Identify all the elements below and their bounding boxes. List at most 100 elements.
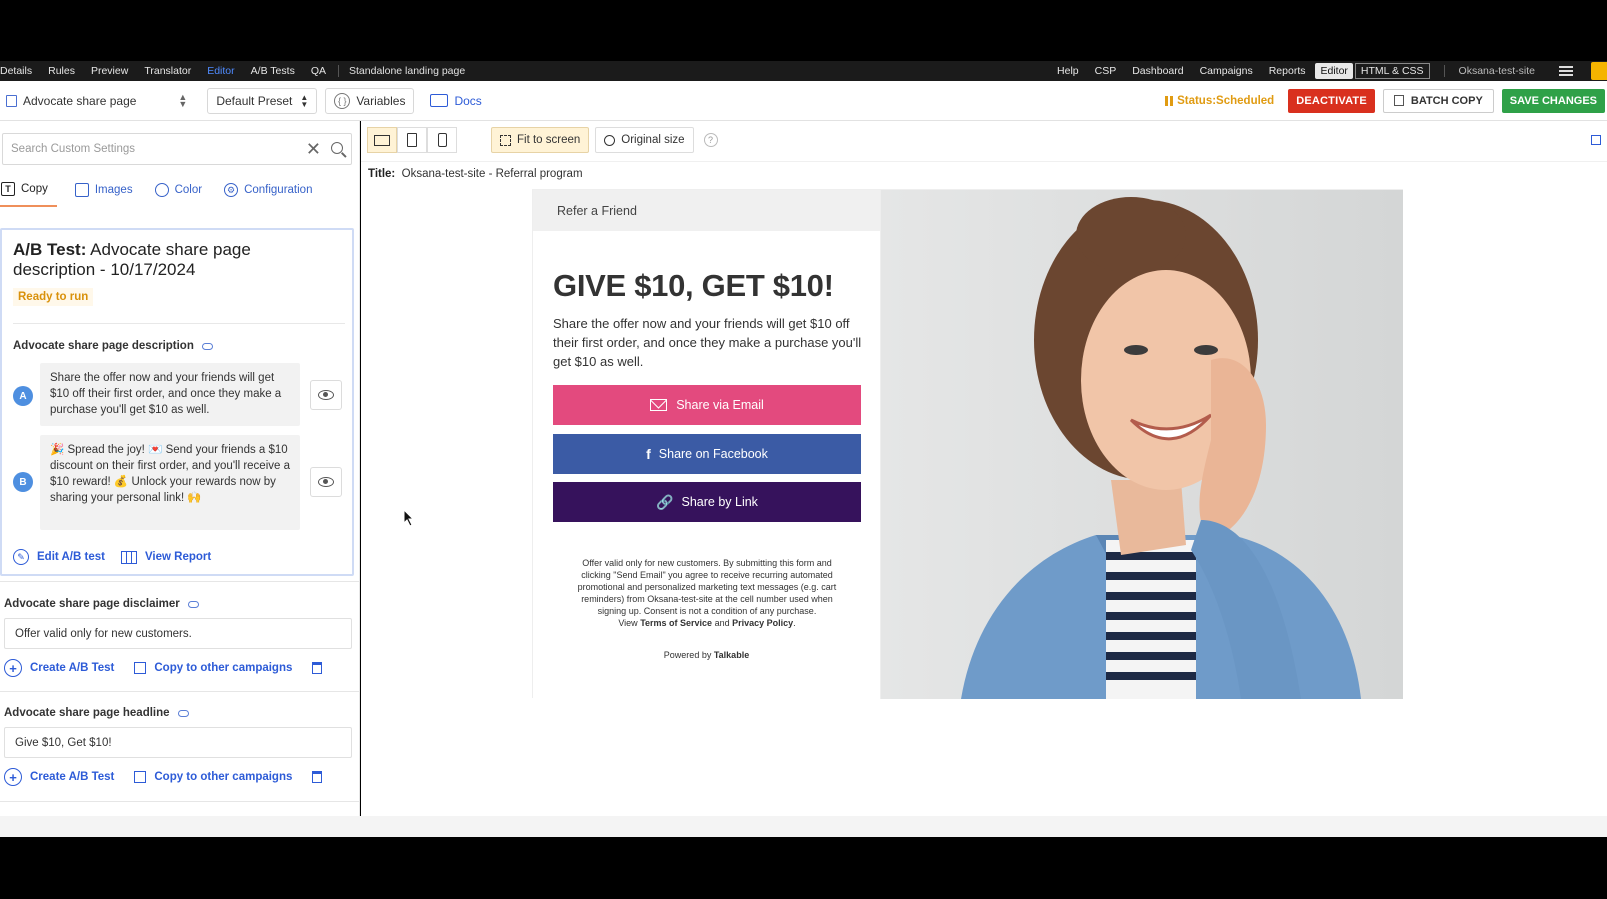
- nav-item-help[interactable]: Help: [1049, 61, 1087, 81]
- view-report-label: View Report: [144, 551, 212, 563]
- lock-icon[interactable]: [1591, 62, 1607, 80]
- gear-icon: ⚙: [224, 183, 239, 197]
- terms-link[interactable]: Terms of Service: [640, 618, 712, 628]
- droplet-icon: [154, 183, 169, 197]
- mobile-view-button[interactable]: [427, 127, 457, 153]
- privacy-link[interactable]: Privacy Policy: [732, 618, 793, 628]
- custom-settings-panel: Search Custom Settings ✕ T Copy Images Co…: [0, 121, 360, 837]
- variant-a-badge: A: [13, 386, 33, 406]
- divider: [0, 691, 359, 692]
- share-link-button[interactable]: 🔗 Share by Link: [553, 482, 861, 522]
- docs-link[interactable]: Docs: [430, 94, 482, 108]
- preview-variant-a-button[interactable]: [310, 380, 342, 410]
- html-css-toggle[interactable]: HTML & CSS: [1354, 63, 1430, 79]
- create-ab-test-label: Create A/B Test: [30, 662, 115, 674]
- pencil-icon: ✎: [13, 549, 29, 565]
- nav-item-qa[interactable]: QA: [303, 61, 334, 81]
- nav-item-preview[interactable]: Preview: [83, 61, 136, 81]
- variant-a-text: Share the offer now and your friends wil…: [40, 363, 300, 426]
- letterbox-bottom: [0, 837, 1607, 899]
- setting-label: Advocate share page disclaimer: [4, 598, 354, 610]
- powered-by: Powered by Talkable: [533, 650, 880, 660]
- talkable-link[interactable]: Talkable: [714, 650, 749, 660]
- create-ab-test-button[interactable]: + Create A/B Test: [4, 768, 114, 786]
- nav-left: Details Rules Preview Translator Editor A/B T…: [0, 61, 334, 81]
- fit-icon: [500, 134, 511, 146]
- save-changes-button[interactable]: SAVE CHANGES: [1501, 88, 1605, 113]
- trash-icon[interactable]: [312, 771, 323, 783]
- trash-icon[interactable]: [312, 662, 323, 674]
- divider: [0, 581, 359, 582]
- plus-icon: +: [4, 659, 22, 677]
- nav-right: Help CSP Dashboard Campaigns Reports Editor …: [1049, 61, 1607, 81]
- nav-item-details[interactable]: Details: [0, 61, 40, 81]
- nav-item-reports[interactable]: Reports: [1261, 61, 1314, 81]
- nav-item-a-b-tests[interactable]: A/B Tests: [243, 61, 303, 81]
- copy-to-campaigns-button[interactable]: Copy to other campaigns: [134, 771, 292, 783]
- search-input[interactable]: Search Custom Settings ✕: [2, 133, 352, 165]
- share-link-label: Share by Link: [681, 495, 758, 509]
- preset-select[interactable]: Default Preset ▲ ▼: [207, 87, 318, 114]
- phone-icon: [437, 133, 447, 147]
- share-email-label: Share via Email: [676, 398, 764, 412]
- help-icon[interactable]: ?: [703, 133, 718, 147]
- original-size-button[interactable]: Original size: [595, 127, 694, 153]
- nav-item-rules[interactable]: Rules: [40, 61, 83, 81]
- copy-to-campaigns-label: Copy to other campaigns: [154, 771, 293, 783]
- menu-icon[interactable]: [1559, 66, 1573, 76]
- tab-configuration[interactable]: ⚙ Configuration: [223, 173, 321, 207]
- document-icon: [6, 94, 17, 107]
- copy-icon: [1393, 95, 1404, 106]
- create-ab-test-button[interactable]: + Create A/B Test: [4, 659, 114, 677]
- ab-test-prefix: A/B Test:: [13, 240, 87, 259]
- tab-images-label: Images: [94, 184, 133, 196]
- nav-item-editor[interactable]: Editor: [199, 61, 242, 81]
- link-icon: [177, 709, 189, 717]
- tab-copy[interactable]: T Copy: [0, 173, 57, 207]
- nav-item-translator[interactable]: Translator: [136, 61, 199, 81]
- headline-field[interactable]: Give $10, Get $10!: [4, 727, 352, 758]
- page-type-label: Standalone landing page: [349, 65, 466, 77]
- view-text: View: [618, 618, 638, 628]
- desktop-view-button[interactable]: [367, 127, 397, 153]
- share-email-button[interactable]: Share via Email: [553, 385, 861, 425]
- search-icon[interactable]: [331, 142, 343, 154]
- disclaimer-field[interactable]: Offer valid only for new customers.: [4, 618, 352, 649]
- refer-header: Refer a Friend: [533, 190, 880, 231]
- copy-to-campaigns-button[interactable]: Copy to other campaigns: [134, 662, 292, 674]
- preview-variant-b-button[interactable]: [310, 467, 342, 497]
- nav-item-csp[interactable]: CSP: [1087, 61, 1125, 81]
- batch-copy-button[interactable]: BATCH COPY: [1382, 88, 1494, 113]
- tab-color[interactable]: Color: [154, 173, 211, 207]
- preview-area: Fit to screen Original size ? Title: Oks…: [361, 121, 1607, 837]
- edit-ab-test-link[interactable]: ✎ Edit A/B test: [13, 549, 105, 565]
- tab-images[interactable]: Images: [74, 173, 142, 207]
- fit-to-screen-button[interactable]: Fit to screen: [491, 127, 590, 153]
- clear-icon[interactable]: ✕: [306, 140, 321, 158]
- link-icon: [187, 600, 199, 608]
- editor-toggle[interactable]: Editor: [1315, 63, 1353, 79]
- editor-toolbar: Advocate share page ▲ ▼ Default Preset ▲ ▼…: [0, 81, 1607, 121]
- tablet-view-button[interactable]: [397, 127, 427, 153]
- divider: [361, 161, 1607, 162]
- offer-headline: GIVE $10, GET $10!: [553, 268, 834, 303]
- fit-label: Fit to screen: [517, 134, 581, 146]
- page-select[interactable]: Advocate share page ▲ ▼: [0, 88, 193, 114]
- copy-icon: [134, 662, 147, 674]
- deactivate-button[interactable]: DEACTIVATE: [1288, 88, 1375, 113]
- headline-label: Advocate share page headline: [4, 707, 170, 719]
- view-report-link[interactable]: View Report: [120, 550, 212, 564]
- updown-icon: ▲ ▼: [178, 91, 188, 109]
- ab-test-title: A/B Test: Advocate share page descriptio…: [13, 240, 323, 280]
- variables-button[interactable]: { } Variables: [325, 87, 415, 114]
- landing-page-preview: Refer a Friend GIVE $10, GET $10! Share …: [532, 189, 1403, 699]
- offer-description: Share the offer now and your friends wil…: [553, 316, 862, 369]
- nav-item-dashboard[interactable]: Dashboard: [1124, 61, 1191, 81]
- external-link-icon[interactable]: [1591, 135, 1601, 145]
- site-name[interactable]: Oksana-test-site: [1449, 65, 1547, 77]
- create-ab-test-label: Create A/B Test: [30, 771, 115, 783]
- image-icon: [74, 183, 89, 197]
- nav-item-campaigns[interactable]: Campaigns: [1192, 61, 1261, 81]
- share-facebook-button[interactable]: f Share on Facebook: [553, 434, 861, 474]
- tab-color-label: Color: [174, 184, 203, 196]
